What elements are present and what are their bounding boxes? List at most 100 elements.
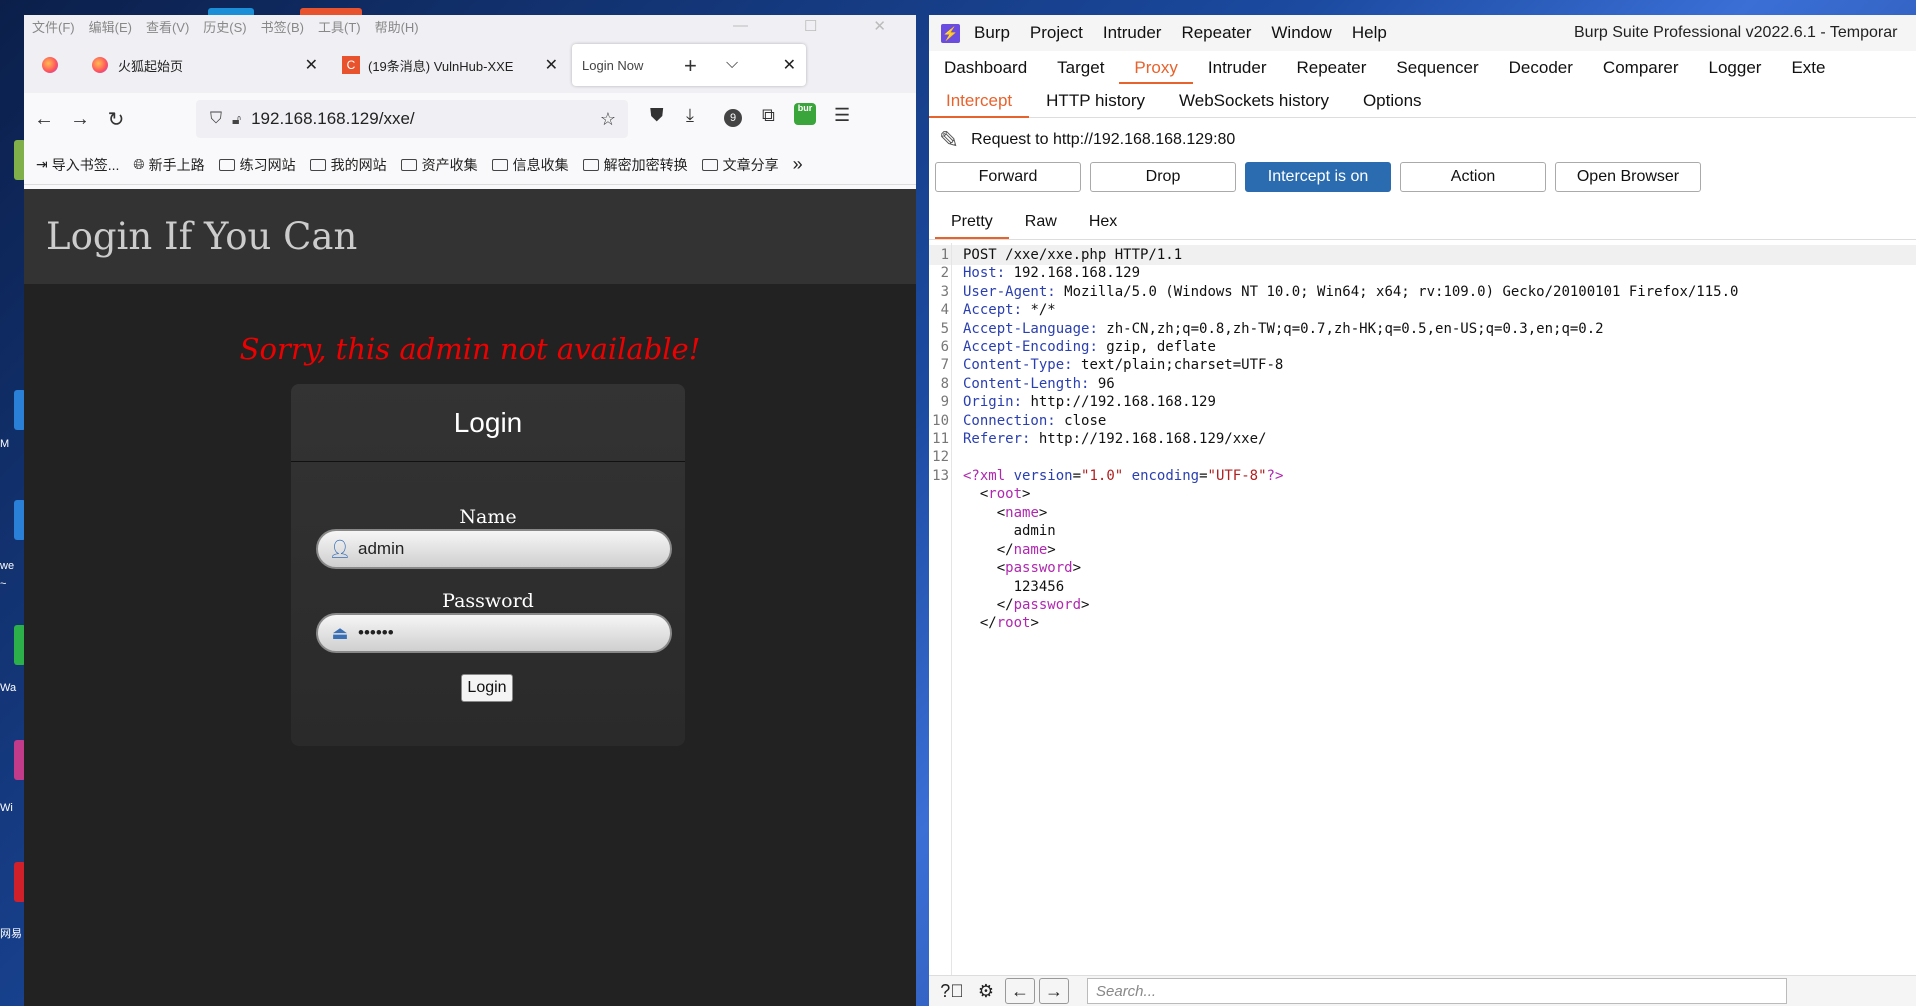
menu-burp[interactable]: Burp xyxy=(974,23,1010,43)
request-header-line[interactable]: Referer: http://192.168.168.129/xxe/ xyxy=(963,431,1266,447)
tab-hex[interactable]: Hex xyxy=(1073,213,1133,239)
tab-decoder[interactable]: Decoder xyxy=(1494,58,1588,84)
extensions-icon[interactable]: ⧉ xyxy=(762,105,775,126)
folder-icon xyxy=(582,158,599,171)
request-line[interactable]: POST /xxe/xxe.php HTTP/1.1 xyxy=(963,247,1182,263)
request-header-line[interactable]: User-Agent: Mozilla/5.0 (Windows NT 10.0… xyxy=(963,284,1738,300)
close-tab-icon[interactable]: ✕ xyxy=(783,55,796,75)
extension-badge-icon[interactable]: bur xyxy=(794,103,816,125)
name-input[interactable]: 👤︎ admin xyxy=(316,529,672,569)
intercept-toggle-button[interactable]: Intercept is on xyxy=(1245,162,1391,192)
tab-logger[interactable]: Logger xyxy=(1694,58,1777,84)
request-header-line[interactable]: Content-Length: 96 xyxy=(963,376,1115,392)
menu-repeater[interactable]: Repeater xyxy=(1181,23,1251,43)
forward-icon[interactable]: → xyxy=(62,108,98,131)
request-header-line[interactable]: Origin: http://192.168.168.129 xyxy=(963,394,1216,410)
minimize-icon[interactable]: — xyxy=(733,17,748,35)
close-tab-icon[interactable]: ✕ xyxy=(305,55,318,75)
menu-hamburger-icon[interactable]: ☰ xyxy=(834,105,850,126)
xml-declaration[interactable]: <?xml version="1.0" encoding="UTF-8"?> xyxy=(963,468,1283,484)
request-header-line[interactable]: Connection: close xyxy=(963,413,1106,429)
close-icon[interactable]: ✕ xyxy=(873,17,886,35)
action-button[interactable]: Action xyxy=(1400,162,1546,192)
tab-dashboard[interactable]: Dashboard xyxy=(929,58,1042,84)
star-icon[interactable]: ☆ xyxy=(600,109,616,130)
previous-match-icon[interactable]: ← xyxy=(1005,978,1035,1004)
bookmark-folder[interactable]: 解密加密转换 xyxy=(582,155,688,175)
request-header-line[interactable]: Host: 192.168.168.129 xyxy=(963,265,1140,281)
tab-intercept[interactable]: Intercept xyxy=(929,84,1030,118)
bookmark-folder[interactable]: 文章分享 xyxy=(701,155,779,175)
menu-history[interactable]: 历史(S) xyxy=(203,17,246,36)
xml-name-open[interactable]: <name> xyxy=(963,505,1048,521)
request-header-line[interactable]: Accept-Encoding: gzip, deflate xyxy=(963,339,1216,355)
list-tabs-icon[interactable]: ⌵ xyxy=(726,55,738,73)
tab-options[interactable]: Options xyxy=(1346,84,1439,118)
menu-intruder[interactable]: Intruder xyxy=(1103,23,1162,43)
reload-icon[interactable]: ↻ xyxy=(98,107,134,132)
menu-help[interactable]: 帮助(H) xyxy=(375,17,419,36)
request-header-line[interactable]: Content-Type: text/plain;charset=UTF-8 xyxy=(963,357,1283,373)
bookmark-import[interactable]: ⇥ 导入书签... xyxy=(36,155,119,175)
xml-name-close[interactable]: </name> xyxy=(963,542,1056,558)
tab-sequencer[interactable]: Sequencer xyxy=(1381,58,1493,84)
xml-name-value[interactable]: admin xyxy=(963,523,1056,539)
tab-target[interactable]: Target xyxy=(1042,58,1119,84)
gear-icon[interactable]: ⚙ xyxy=(971,978,1001,1004)
new-tab-icon[interactable]: + xyxy=(684,53,697,79)
menu-edit[interactable]: 编辑(E) xyxy=(89,17,132,36)
pencil-icon[interactable]: ✎ xyxy=(939,126,959,155)
bookmark-getting-started[interactable]: 🌐︎ 新手上路 xyxy=(133,155,204,175)
menu-help[interactable]: Help xyxy=(1352,23,1387,43)
menu-view[interactable]: 查看(V) xyxy=(146,17,189,36)
search-input[interactable]: Search... xyxy=(1087,978,1787,1004)
download-icon[interactable]: ⤓ xyxy=(686,105,694,126)
firefox-view-button[interactable] xyxy=(32,44,78,86)
next-match-icon[interactable]: → xyxy=(1039,978,1069,1004)
open-browser-button[interactable]: Open Browser xyxy=(1555,162,1701,192)
notification-badge[interactable]: 9 xyxy=(724,109,742,127)
insecure-lock-icon[interactable]: 🔓︎ xyxy=(232,111,241,128)
password-input[interactable]: ⏏ •••••• xyxy=(316,613,672,653)
login-button[interactable]: Login xyxy=(461,674,513,702)
menu-file[interactable]: 文件(F) xyxy=(32,17,75,36)
back-icon[interactable]: ← xyxy=(26,108,62,131)
xml-password-close[interactable]: </password> xyxy=(963,597,1090,613)
forward-button[interactable]: Forward xyxy=(935,162,1081,192)
tab-vulnhub[interactable]: C (19条消息) VulnHub-XXE ✕ xyxy=(332,44,568,86)
tab-pretty[interactable]: Pretty xyxy=(935,213,1009,239)
tab-websockets-history[interactable]: WebSockets history xyxy=(1162,84,1346,118)
maximize-icon[interactable]: ☐ xyxy=(804,17,817,35)
tab-raw[interactable]: Raw xyxy=(1009,213,1073,239)
tab-repeater[interactable]: Repeater xyxy=(1281,58,1381,84)
request-editor[interactable]: 1 2 3 4 5 6 7 8 9 10 11 12 13 POST /xxe/xxe.php HTTP… xyxy=(929,243,1916,975)
xml-root-open[interactable]: <root> xyxy=(963,486,1031,502)
url-bar[interactable]: ⛉ 🔓︎ 192.168.168.129/xxe/ ☆ xyxy=(196,100,628,138)
url-text[interactable]: 192.168.168.129/xxe/ xyxy=(251,109,415,129)
menu-window[interactable]: Window xyxy=(1271,23,1331,43)
tab-intruder[interactable]: Intruder xyxy=(1193,58,1282,84)
request-header-line[interactable]: Accept: */* xyxy=(963,302,1056,318)
close-tab-icon[interactable]: ✕ xyxy=(545,55,558,75)
pocket-icon[interactable]: ⛊ xyxy=(650,105,664,126)
tab-comparer[interactable]: Comparer xyxy=(1588,58,1694,84)
tab-proxy[interactable]: Proxy xyxy=(1119,58,1194,84)
bookmark-folder[interactable]: 我的网站 xyxy=(309,155,387,175)
xml-root-close[interactable]: </root> xyxy=(963,615,1039,631)
chevron-right-icon[interactable]: » xyxy=(793,154,803,175)
menu-bookmarks[interactable]: 书签(B) xyxy=(261,17,304,36)
help-icon[interactable]: ?⃝ xyxy=(937,978,967,1004)
bookmark-folder[interactable]: 信息收集 xyxy=(491,155,569,175)
tab-firefox-home[interactable]: 火狐起始页 ✕ xyxy=(82,44,328,86)
menu-tools[interactable]: 工具(T) xyxy=(318,17,361,36)
xml-password-open[interactable]: <password> xyxy=(963,560,1081,576)
request-header-line[interactable]: Accept-Language: zh-CN,zh;q=0.8,zh-TW;q=… xyxy=(963,321,1604,337)
tab-http-history[interactable]: HTTP history xyxy=(1029,84,1162,118)
drop-button[interactable]: Drop xyxy=(1090,162,1236,192)
menu-project[interactable]: Project xyxy=(1030,23,1083,43)
tab-extender[interactable]: Exte xyxy=(1776,58,1840,84)
shield-icon[interactable]: ⛉ xyxy=(210,110,222,128)
bookmark-folder[interactable]: 资产收集 xyxy=(400,155,478,175)
bookmark-folder[interactable]: 练习网站 xyxy=(218,155,296,175)
xml-password-value[interactable]: 123456 xyxy=(963,579,1065,595)
